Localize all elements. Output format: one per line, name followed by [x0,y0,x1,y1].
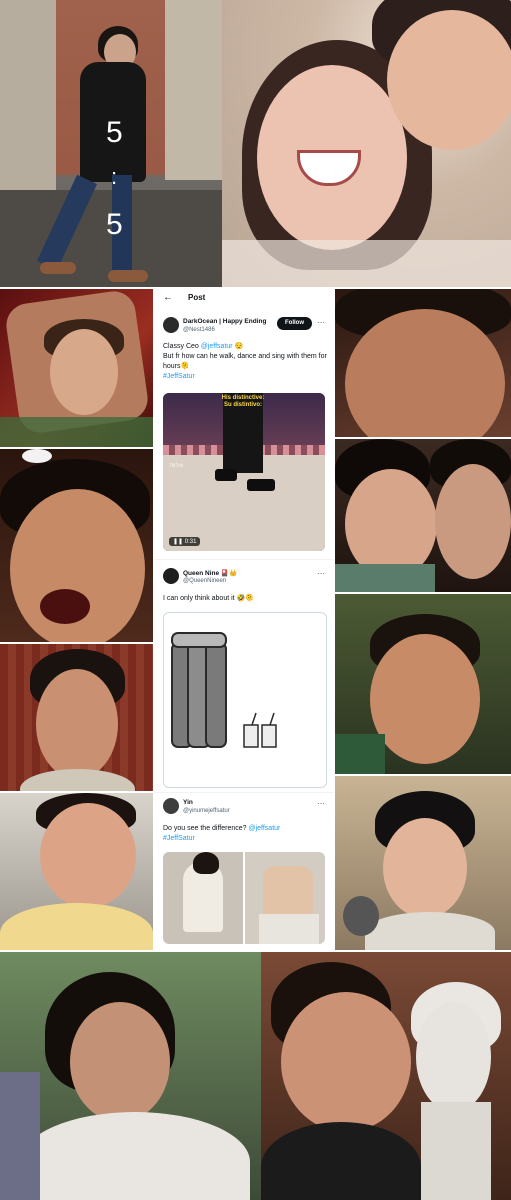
post-header-title: Post [188,293,206,302]
more-options-icon[interactable]: ⋯ [317,318,325,327]
tweet-text: I can only think about it 🤣🫠 [163,595,254,602]
photo-couple-selfie-blurry [222,0,511,287]
video-duration[interactable]: ❚❚ 0:31 [169,537,201,546]
score-bottom: 5 [106,208,123,241]
photo-closeup-nose-ring [335,289,511,437]
mention-link[interactable]: @jeffsatur [201,343,233,350]
score-colon: : [111,164,118,189]
photo-man-walking-brick-wall: 5 : 5 [0,0,222,287]
photo-man-kissing-statue [261,952,511,1200]
follow-button[interactable]: Follow [277,317,312,330]
tweet-author-name[interactable]: DarkOcean | Happy Ending [183,318,266,325]
tweet-text: Do you see the difference? @jeffsatur #J… [163,825,281,842]
avatar[interactable] [163,798,179,814]
photo-framed-portrait-red [0,289,153,447]
more-options-icon[interactable]: ⋯ [317,569,325,578]
post-header: ← Post [155,289,333,307]
tall-glass-and-juice-boxes-drawing [171,632,277,748]
tweet-author-handle[interactable]: @Nest1486 [183,327,215,333]
divider [155,559,333,560]
tweet-author-handle[interactable]: @yinumejeffsatur [183,808,230,814]
score-top: 5 [106,116,123,149]
tiktok-watermark: TikTok [169,463,184,469]
more-options-icon[interactable]: ⋯ [317,799,325,808]
hashtag-link[interactable]: #JeffSatur [163,835,195,842]
tweet-image[interactable] [163,612,327,788]
hashtag-link[interactable]: #JeffSatur [163,373,195,380]
avatar[interactable] [163,568,179,584]
photo-man-puffed-cheeks [335,776,511,950]
photo-man-selfie-yellow-shirt [0,793,153,950]
photo-man-screaming [0,449,153,642]
tweet-text: Classy Ceo @jeffsatur 😌 But fr how can h… [163,343,327,380]
tweet-video[interactable]: His distinctive: Su distintivo: TikTok ❚… [163,393,325,551]
tweet-author-name[interactable]: Yin [183,799,193,806]
divider [155,792,333,793]
video-caption: His distinctive: Su distintivo: [221,395,265,408]
photo-kiss-closeup [335,439,511,592]
photo-man-looking-up-plants [335,594,511,774]
mention-link[interactable]: @jeffsatur [248,825,280,832]
tweet-author-name[interactable]: Queen Nine 🎴👑 [183,569,237,577]
photo-man-hand-on-chin [0,952,261,1200]
tweet-panel: ← Post DarkOcean | Happy Ending @Nest148… [155,289,333,950]
tweet-image-pair[interactable] [163,852,325,944]
tweet-author-handle[interactable]: @QueenNineen [183,578,226,584]
photo-man-smirk-curtain [0,644,153,791]
avatar[interactable] [163,317,179,333]
play-pause-icon[interactable]: ❚❚ [173,539,185,545]
back-arrow-icon[interactable]: ← [163,292,173,303]
